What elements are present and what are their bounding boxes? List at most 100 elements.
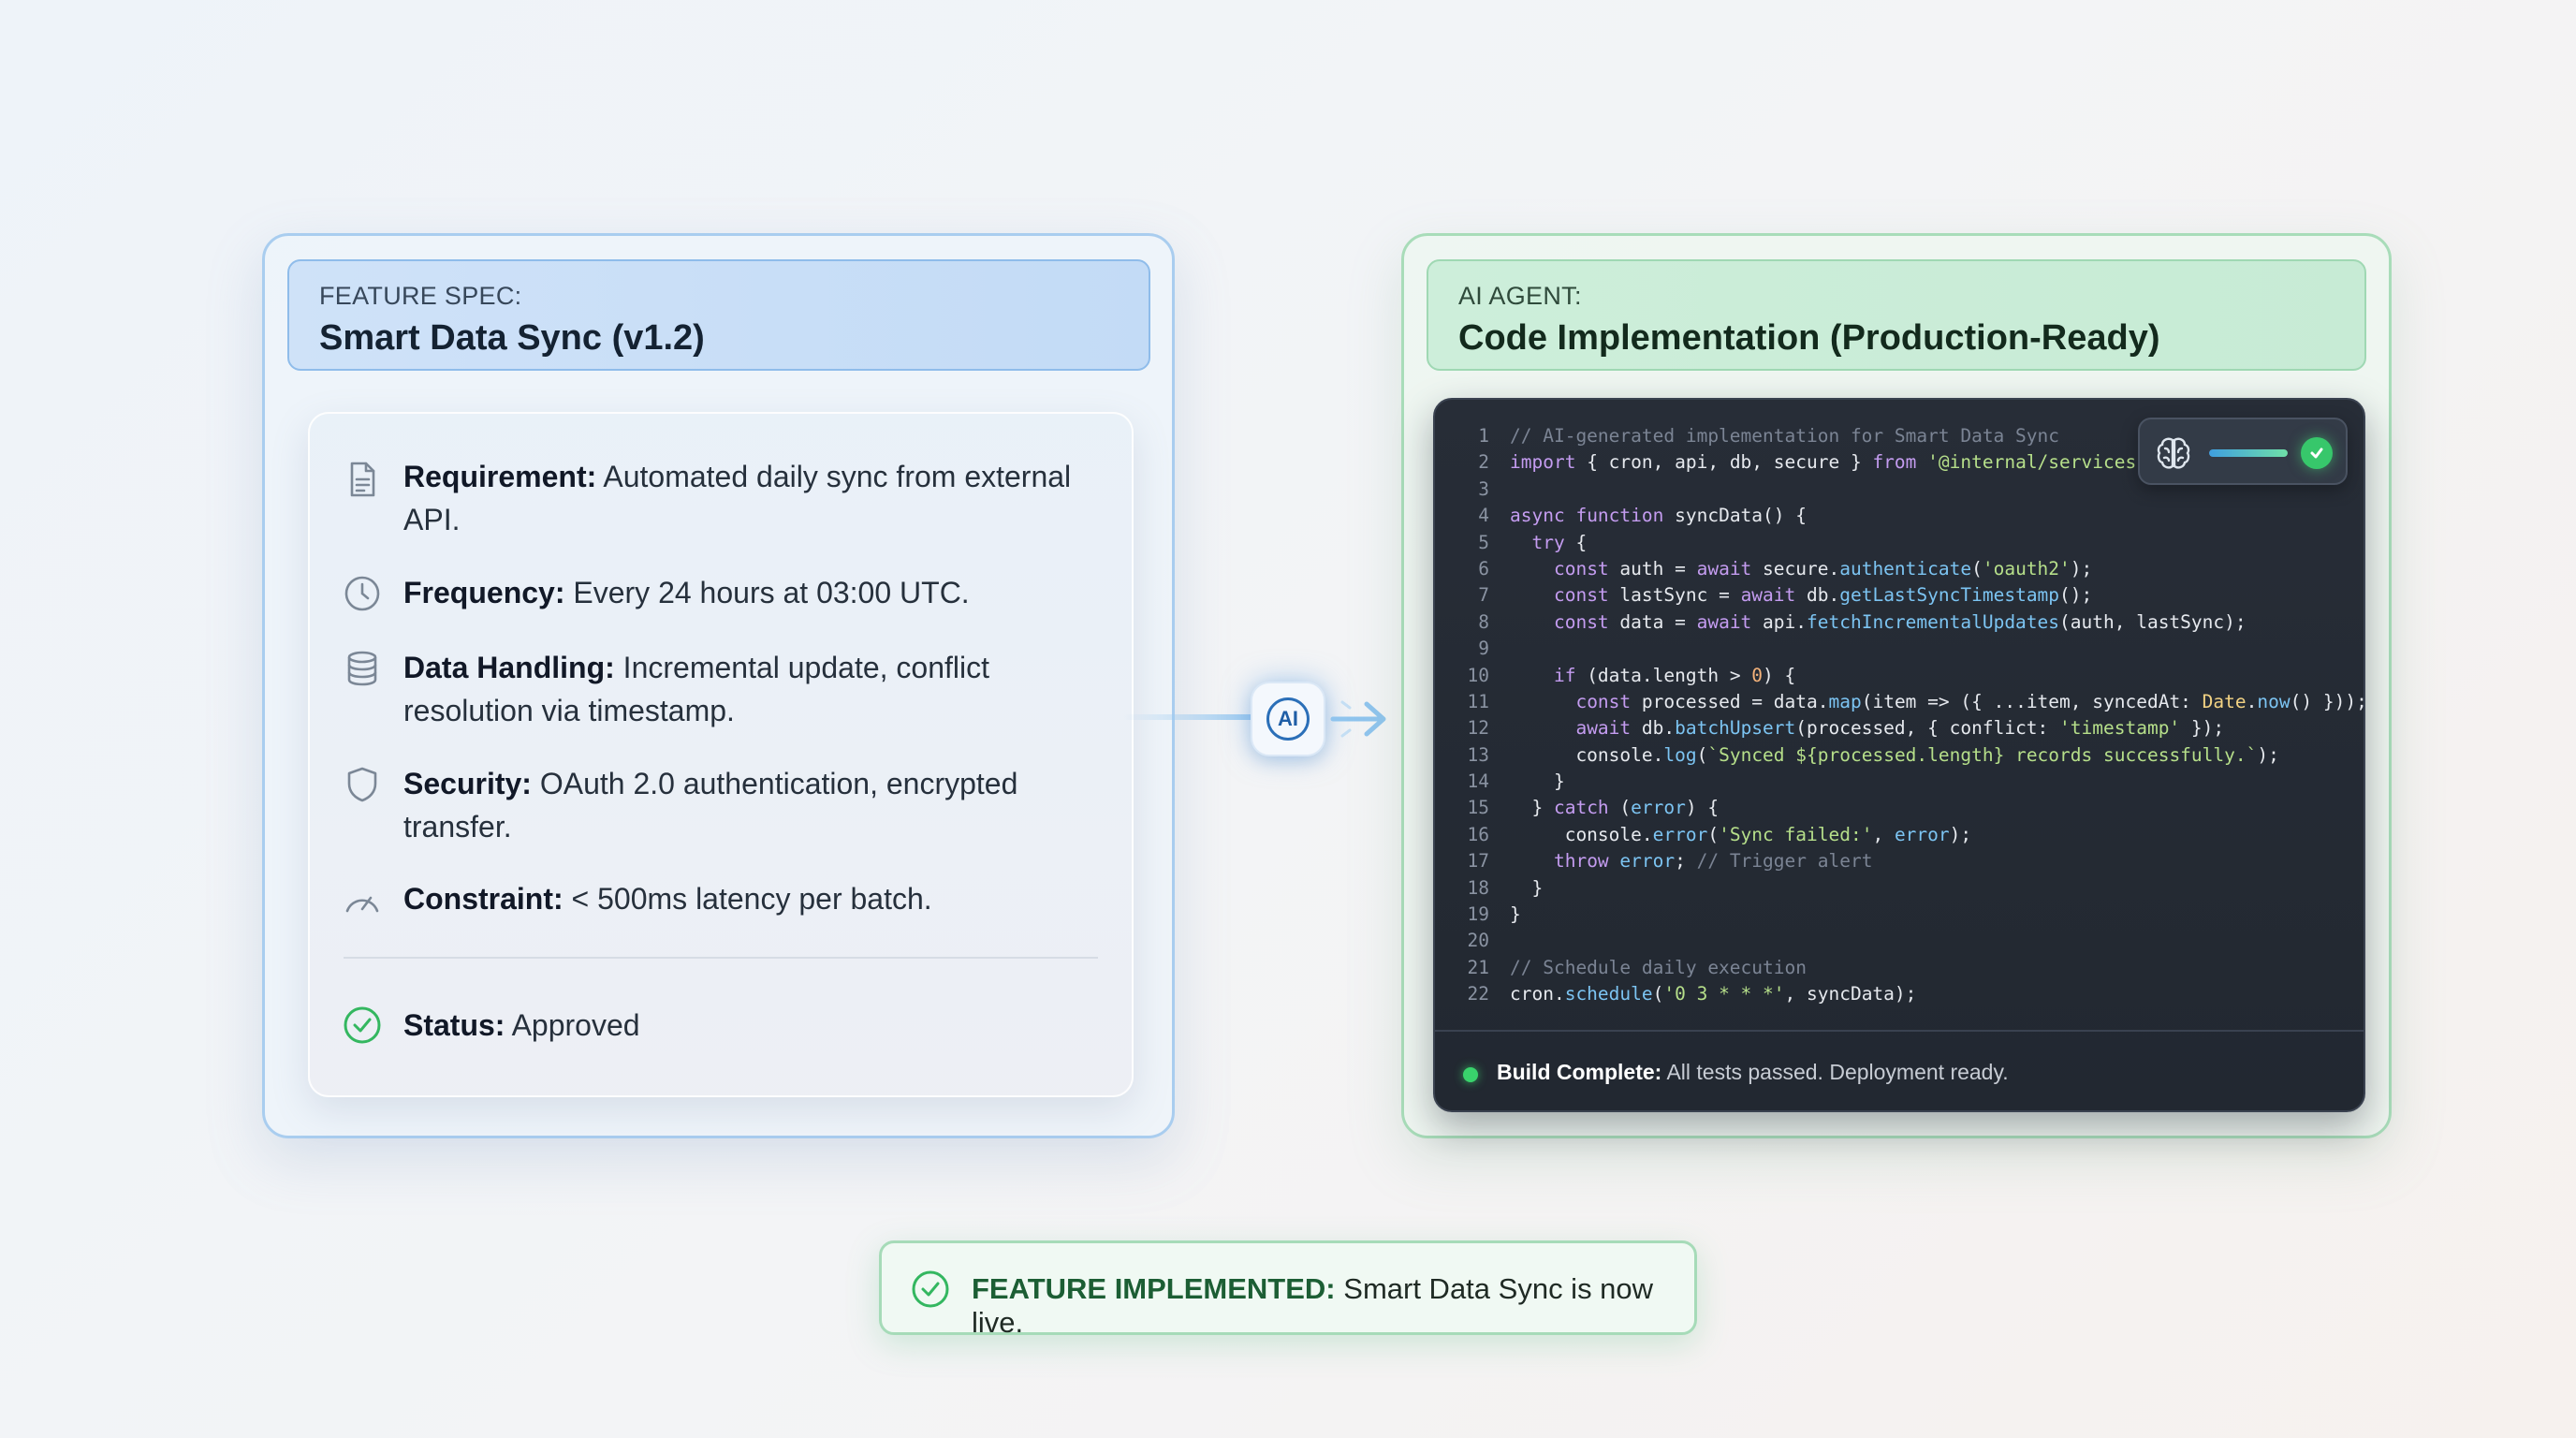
code-text: cron.schedule('0 3 * * *', syncData); — [1510, 983, 1917, 1005]
code-text: await db.batchUpsert(processed, { confli… — [1575, 717, 2225, 740]
spec-label-data-handling: Data Handling: — [403, 651, 615, 684]
agent-progress-fill — [2209, 449, 2288, 457]
code-text: const lastSync = await db.getLastSyncTim… — [1553, 584, 2093, 607]
spec-value-constraint: < 500ms latency per batch. — [571, 882, 932, 916]
build-status-dot — [1463, 1067, 1478, 1082]
line-number: 4 — [1478, 505, 1489, 527]
code-line: 8 const data = await api.fetchIncrementa… — [1435, 609, 2364, 636]
line-number: 12 — [1467, 717, 1489, 740]
code-line: 17 throw error; // Trigger alert — [1435, 848, 2364, 874]
code-text: // AI-generated implementation for Smart… — [1510, 425, 2059, 447]
spec-label-constraint: Constraint: — [403, 882, 564, 916]
shield-icon — [342, 764, 383, 805]
code-text: console.error('Sync failed:', error); — [1510, 823, 1972, 845]
line-number: 19 — [1467, 903, 1489, 926]
code-text: try { — [1531, 531, 1588, 553]
code-text: async function syncData() { — [1510, 505, 1807, 527]
connector-line — [1123, 714, 1254, 720]
database-icon — [342, 648, 383, 689]
check-circle-icon — [342, 1005, 383, 1046]
code-line: 16 console.error('Sync failed:', error); — [1435, 822, 2364, 848]
feature-spec-title: Smart Data Sync (v1.2) — [319, 318, 705, 358]
check-circle-icon — [912, 1270, 949, 1308]
feature-spec-card: FEATURE SPEC: Smart Data Sync (v1.2) Req… — [262, 233, 1175, 1138]
line-number: 20 — [1467, 930, 1489, 952]
line-number: 2 — [1478, 451, 1489, 474]
line-number: 1 — [1478, 425, 1489, 447]
code-text: // Schedule daily execution — [1510, 956, 1807, 978]
code-text: const auth = await secure.authenticate('… — [1553, 557, 2093, 580]
code-text: if (data.length > 0) { — [1553, 664, 1796, 686]
code-line: 22 cron.schedule('0 3 * * *', syncData); — [1435, 981, 2364, 1007]
build-status-label: Build Complete: — [1497, 1060, 1662, 1084]
line-number: 10 — [1467, 664, 1489, 686]
code-line: 9 — [1435, 636, 2364, 662]
gauge-icon — [342, 879, 383, 920]
line-number: 16 — [1467, 823, 1489, 845]
ai-agent-title: Code Implementation (Production-Ready) — [1458, 318, 2160, 358]
code-text: } — [1510, 903, 1521, 926]
code-text: } — [1510, 770, 1565, 793]
code-line: 4 async function syncData() { — [1435, 503, 2364, 529]
line-number: 9 — [1478, 638, 1489, 660]
code-line: 18 } — [1435, 875, 2364, 902]
code-text: const data = await api.fetchIncrementalU… — [1553, 610, 2247, 633]
ai-agent-card: AI AGENT: Code Implementation (Productio… — [1401, 233, 2392, 1138]
check-icon — [2301, 437, 2333, 469]
agent-progress-bar — [2209, 449, 2288, 457]
code-line: 20 — [1435, 928, 2364, 954]
code-text: throw error; // Trigger alert — [1553, 850, 1873, 873]
line-number: 7 — [1478, 584, 1489, 607]
agent-status-widget — [2138, 418, 2348, 485]
line-number: 21 — [1467, 956, 1489, 978]
spec-divider — [344, 957, 1098, 959]
line-number: 15 — [1467, 797, 1489, 819]
clock-icon — [342, 573, 383, 614]
code-text: const processed = data.map(item => ({ ..… — [1575, 690, 2365, 712]
line-number: 3 — [1478, 477, 1489, 500]
code-line: 13 console.log(`Synced ${processed.lengt… — [1435, 742, 2364, 769]
feature-spec-list: Requirement: Automated daily sync from e… — [308, 412, 1134, 1097]
feature-spec-header: FEATURE SPEC: Smart Data Sync (v1.2) — [287, 259, 1150, 371]
arrow-right-icon — [1330, 700, 1386, 738]
spec-value-frequency: Every 24 hours at 03:00 UTC. — [573, 576, 970, 609]
brain-icon — [2157, 437, 2190, 469]
code-text: import { cron, api, db, secure } from '@… — [1510, 451, 2159, 474]
spec-label-status: Status: — [403, 1008, 505, 1042]
ai-icon: AI — [1266, 697, 1310, 741]
ai-badge: AI — [1251, 682, 1325, 756]
code-line: 10 if (data.length > 0) { — [1435, 663, 2364, 689]
ai-agent-kicker: AI AGENT: — [1458, 282, 1582, 310]
code-line: 12 await db.batchUpsert(processed, { con… — [1435, 715, 2364, 741]
ai-agent-header: AI AGENT: Code Implementation (Productio… — [1427, 259, 2366, 371]
line-number: 6 — [1478, 557, 1489, 580]
line-number: 22 — [1467, 983, 1489, 1005]
feature-spec-kicker: FEATURE SPEC: — [319, 282, 522, 310]
code-text: } — [1510, 876, 1544, 899]
code-line: 7 const lastSync = await db.getLastSyncT… — [1435, 582, 2364, 609]
code-line: 15 } catch (error) { — [1435, 795, 2364, 821]
spec-label-security: Security: — [403, 767, 532, 800]
line-number: 5 — [1478, 531, 1489, 553]
code-editor[interactable]: 1 // AI-generated implementation for Smar… — [1433, 398, 2365, 1112]
code-line: 19} — [1435, 902, 2364, 928]
line-number: 17 — [1467, 850, 1489, 873]
spec-label-requirement: Requirement: — [403, 460, 597, 493]
line-number: 13 — [1467, 743, 1489, 766]
build-status-bar: Build Complete: All tests passed. Deploy… — [1435, 1030, 2364, 1110]
document-icon — [342, 459, 383, 500]
code-text: console.log(`Synced ${processed.length} … — [1510, 743, 2279, 766]
code-line: 14 } — [1435, 769, 2364, 795]
line-number: 11 — [1467, 690, 1489, 712]
line-number: 14 — [1467, 770, 1489, 793]
code-line: 5 try { — [1435, 530, 2364, 556]
code-lines: 1 // AI-generated implementation for Smar… — [1435, 423, 2365, 1008]
spec-value-status: Approved — [511, 1008, 640, 1042]
banner-label: FEATURE IMPLEMENTED: — [972, 1272, 1336, 1305]
code-text: } catch (error) { — [1510, 797, 1720, 819]
code-line: 21 // Schedule daily execution — [1435, 955, 2364, 981]
spec-label-frequency: Frequency: — [403, 576, 565, 609]
line-number: 8 — [1478, 610, 1489, 633]
code-line: 11 const processed = data.map(item => ({… — [1435, 689, 2365, 715]
feature-implemented-banner: FEATURE IMPLEMENTED: Smart Data Sync is … — [879, 1240, 1697, 1339]
